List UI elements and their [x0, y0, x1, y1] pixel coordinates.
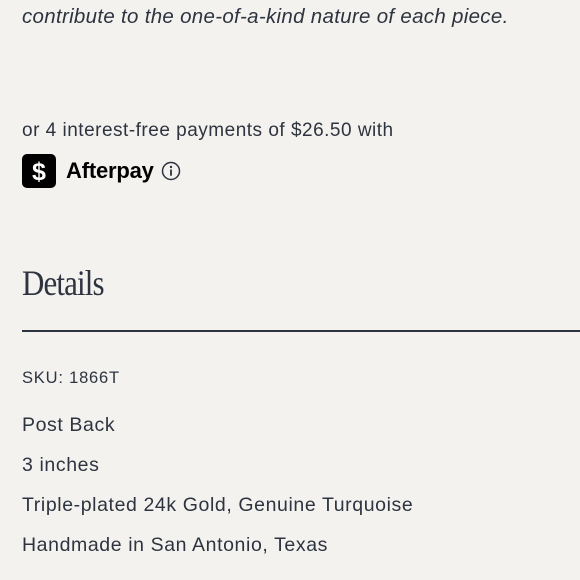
- divider: [22, 330, 580, 332]
- details-heading: Details: [22, 263, 105, 303]
- product-description-page: contribute to the one-of-a-kind nature o…: [0, 0, 580, 580]
- detail-item: Triple-plated 24k Gold, Genuine Turquois…: [22, 494, 414, 516]
- detail-item: Handmade in San Antonio, Texas: [22, 534, 329, 556]
- details-list: Post Back 3 inches Triple-plated 24k Gol…: [22, 408, 413, 568]
- detail-item: 3 inches: [22, 454, 100, 476]
- detail-item: Post Back: [22, 414, 116, 436]
- afterpay-label: Afterpay: [66, 158, 154, 183]
- sku-label: SKU: 1866T: [22, 369, 120, 387]
- afterpay-badge: $ Afterpay: [22, 154, 181, 188]
- dollar-sign-icon: $: [22, 154, 56, 188]
- description-text: contribute to the one-of-a-kind nature o…: [22, 5, 509, 28]
- svg-text:$: $: [32, 158, 46, 186]
- installment-payment-text: or 4 interest-free payments of $26.50 wi…: [22, 120, 394, 141]
- info-circle-icon[interactable]: [161, 161, 181, 181]
